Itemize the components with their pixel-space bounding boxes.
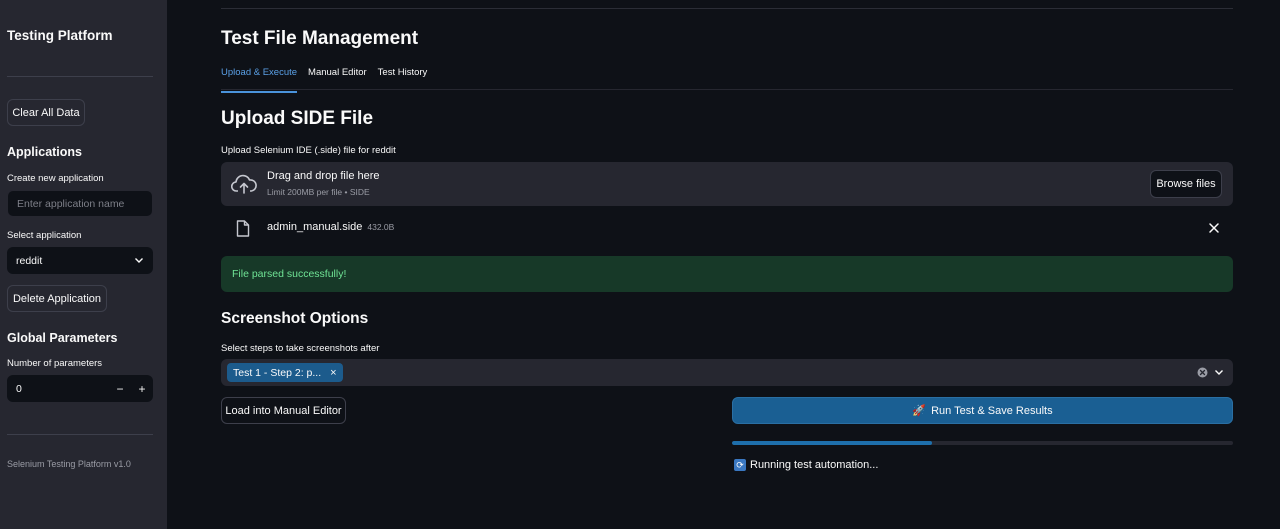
application-select-value: reddit xyxy=(16,254,43,267)
sidebar-divider xyxy=(7,434,153,435)
parameters-number-value[interactable]: 0 xyxy=(7,383,109,395)
run-test-label: Run Test & Save Results xyxy=(931,404,1053,417)
global-parameters-heading: Global Parameters xyxy=(7,331,118,345)
sidebar: Testing Platform Clear All Data Applicat… xyxy=(0,0,167,529)
number-of-parameters-label: Number of parameters xyxy=(7,358,103,369)
cloud-upload-icon xyxy=(231,174,257,194)
progress-bar-fill xyxy=(732,441,933,445)
delete-application-button[interactable]: Delete Application xyxy=(7,285,107,312)
dropzone-instructions: Drag and drop file here xyxy=(267,170,380,182)
application-name-input[interactable] xyxy=(7,190,153,217)
rocket-icon: 🚀 xyxy=(912,405,927,417)
screenshot-steps-multiselect[interactable]: Test 1 - Step 2: p... × xyxy=(221,359,1233,386)
dropzone-limit: Limit 200MB per file • SIDE xyxy=(267,187,370,197)
screenshot-options-heading: Screenshot Options xyxy=(221,310,369,327)
success-message: File parsed successfully! xyxy=(232,268,347,280)
load-into-manual-editor-button[interactable]: Load into Manual Editor xyxy=(221,397,346,424)
application-select[interactable]: reddit xyxy=(7,247,153,274)
refresh-icon: ⟳ xyxy=(734,459,746,471)
screenshot-steps-label: Select steps to take screenshots after xyxy=(221,343,380,354)
upload-heading: Upload SIDE File xyxy=(221,108,374,129)
select-application-label: Select application xyxy=(7,230,82,241)
tabs-divider xyxy=(221,89,1233,90)
status-text: Running test automation... xyxy=(750,459,879,471)
decrement-button[interactable]: − xyxy=(109,382,131,396)
sidebar-divider xyxy=(7,76,153,77)
clear-all-data-button[interactable]: Clear All Data xyxy=(7,99,85,126)
success-alert: File parsed successfully! xyxy=(221,256,1233,292)
progress-bar xyxy=(732,441,1233,445)
parameters-number-input[interactable]: 0 − + xyxy=(7,375,153,402)
uploaded-file-name: admin_manual.side xyxy=(267,221,363,233)
increment-button[interactable]: + xyxy=(131,382,153,396)
selected-step-label: Test 1 - Step 2: p... xyxy=(233,366,322,379)
top-divider xyxy=(221,8,1233,9)
chevron-down-icon xyxy=(135,258,143,263)
clear-all-icon[interactable] xyxy=(1197,367,1208,378)
sidebar-footer-version: Selenium Testing Platform v1.0 xyxy=(7,459,131,469)
chevron-down-icon[interactable] xyxy=(1213,366,1225,378)
page-title: Test File Management xyxy=(221,28,419,49)
browse-files-button[interactable]: Browse files xyxy=(1150,170,1222,198)
run-test-button[interactable]: 🚀 Run Test & Save Results xyxy=(732,397,1233,424)
upload-caption: Upload Selenium IDE (.side) file for red… xyxy=(221,145,396,156)
uploaded-file-row: admin_manual.side 432.0B xyxy=(221,214,1233,242)
file-dropzone[interactable]: Drag and drop file here Limit 200MB per … xyxy=(221,162,1233,206)
status-message: ⟳ Running test automation... xyxy=(734,459,878,471)
uploaded-file-size: 432.0B xyxy=(367,222,395,232)
create-application-label: Create new application xyxy=(7,173,104,184)
sidebar-title: Testing Platform xyxy=(7,28,113,43)
applications-heading: Applications xyxy=(7,145,83,159)
selected-step-chip: Test 1 - Step 2: p... × xyxy=(227,363,343,382)
file-icon xyxy=(236,220,250,237)
remove-chip-icon[interactable]: × xyxy=(330,367,336,379)
remove-file-icon[interactable] xyxy=(1208,222,1220,234)
